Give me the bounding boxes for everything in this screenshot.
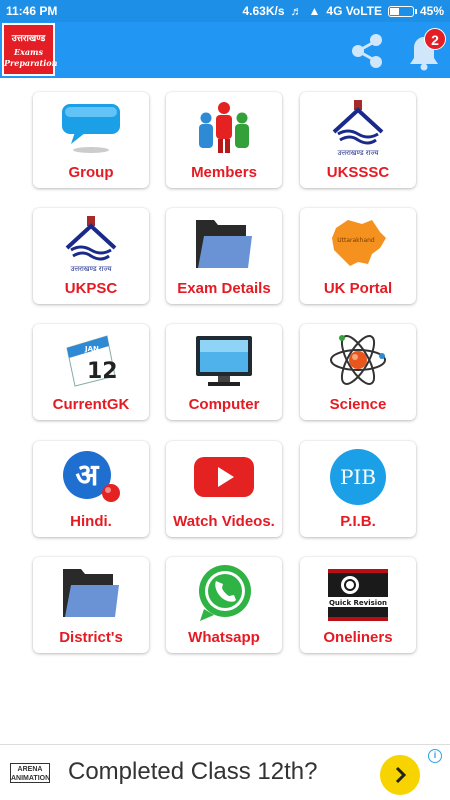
pib-text: PIB (340, 465, 376, 489)
folder-icon (194, 214, 254, 274)
tile-computer[interactable]: Computer (166, 324, 282, 420)
share-icon (352, 34, 382, 68)
atom-icon (328, 330, 388, 390)
tile-districts[interactable]: District's (33, 557, 149, 653)
tile-label: Group (68, 164, 114, 181)
emblem-caption: उत्तराखण्ड राज्य (337, 149, 379, 157)
notification-button[interactable]: 2 (402, 28, 446, 72)
tile-label: UKPSC (64, 280, 118, 297)
app-logo: उत्तराखण्ड Exams Preparation (2, 23, 58, 76)
ad-go-button[interactable] (380, 755, 420, 795)
network-type: 4G VoLTE (326, 4, 382, 18)
calendar-day: 12 (87, 359, 118, 384)
signal-icon: ▲ (308, 4, 321, 18)
tile-label: Computer (188, 396, 260, 413)
uttarakhand-emblem-icon: उत्तराखण्ड राज्य (328, 98, 388, 158)
status-bar: 11:46 PM 4.63K/s ♬ ▲ 4G VoLTE 45% (0, 0, 450, 22)
revision-text: Quick Revision (329, 599, 387, 607)
tile-exam-details[interactable]: Exam Details (166, 208, 282, 304)
ad-brand-line2: ANIMATION (11, 775, 51, 782)
quick-revision-icon: Quick Revision (328, 563, 388, 623)
tile-ukssssc[interactable]: उत्तराखण्ड राज्य UKSSSC (300, 92, 416, 188)
tile-science[interactable]: Science (300, 324, 416, 420)
ad-info-icon[interactable]: i (428, 749, 442, 763)
tile-members[interactable]: Members (166, 92, 282, 188)
tile-uk-portal[interactable]: Uttarakhand UK Portal (300, 208, 416, 304)
calendar-icon: JAN 12 (61, 330, 121, 390)
tile-oneliners[interactable]: Quick Revision Oneliners (300, 557, 416, 653)
tile-watch-videos[interactable]: Watch Videos. (166, 441, 282, 537)
ad-brand-line1: ARENA (17, 766, 43, 773)
share-button[interactable] (346, 30, 388, 72)
tile-label: Watch Videos. (173, 513, 275, 530)
tile-label: UK Portal (323, 280, 393, 297)
emblem-caption: उत्तराखण्ड राज्य (70, 265, 112, 273)
battery-icon (387, 5, 417, 17)
tile-ukpsc[interactable]: उत्तराखण्ड राज्य UKPSC (33, 208, 149, 304)
tile-label: P.I.B. (340, 513, 376, 530)
tile-label: District's (59, 629, 123, 646)
logo-line2: Exams (13, 47, 44, 57)
pib-icon: PIB (328, 447, 388, 507)
app-bar: उत्तराखण्ड Exams Preparation 2 (0, 22, 450, 78)
logo-line1: उत्तराखण्ड (11, 34, 46, 44)
tile-hindi[interactable]: अ Hindi. (33, 441, 149, 537)
tile-label: Science (329, 396, 387, 413)
calendar-month: JAN (84, 345, 99, 353)
tile-label: Oneliners (323, 629, 393, 646)
people-icon (194, 98, 254, 158)
hindi-letter: अ (76, 458, 100, 493)
folder-icon (61, 563, 121, 623)
chevron-right-icon (395, 766, 407, 784)
battery-percent: 45% (419, 4, 444, 18)
ad-text: Completed Class 12th? (68, 758, 318, 785)
notification-badge: 2 (424, 28, 446, 50)
tile-whatsapp[interactable]: Whatsapp (166, 557, 282, 653)
headphones-icon: ♬ (290, 4, 303, 18)
tile-pib[interactable]: PIB P.I.B. (300, 441, 416, 537)
tile-currentgk[interactable]: JAN 12 CurrentGK (33, 324, 149, 420)
tile-label: CurrentGK (52, 396, 130, 413)
youtube-icon (194, 447, 254, 507)
tile-label: Exam Details (177, 280, 271, 297)
ad-brand-logo: ARENA ANIMATION (10, 763, 50, 783)
status-time: 11:46 PM (6, 4, 58, 18)
speech-bubble-icon (61, 98, 121, 158)
uttarakhand-map-icon: Uttarakhand (328, 214, 388, 274)
tile-label: Members (191, 164, 257, 181)
logo-line3: Preparation (4, 58, 58, 68)
tile-label: Whatsapp (188, 629, 260, 646)
monitor-icon (194, 330, 254, 390)
network-speed: 4.63K/s (242, 4, 285, 18)
whatsapp-icon (194, 563, 254, 623)
map-caption: Uttarakhand (337, 237, 375, 244)
battery-fill (389, 7, 400, 15)
tile-label: UKSSSC (326, 164, 390, 181)
ad-banner[interactable]: ARENA ANIMATION Completed Class 12th? i (0, 744, 450, 800)
hindi-letter-icon: अ (61, 447, 121, 507)
uttarakhand-emblem-icon: उत्तराखण्ड राज्य (61, 214, 121, 274)
tile-label: Hindi. (70, 513, 112, 530)
tile-group[interactable]: Group (33, 92, 149, 188)
status-right: 4.63K/s ♬ ▲ 4G VoLTE 45% (242, 4, 444, 18)
